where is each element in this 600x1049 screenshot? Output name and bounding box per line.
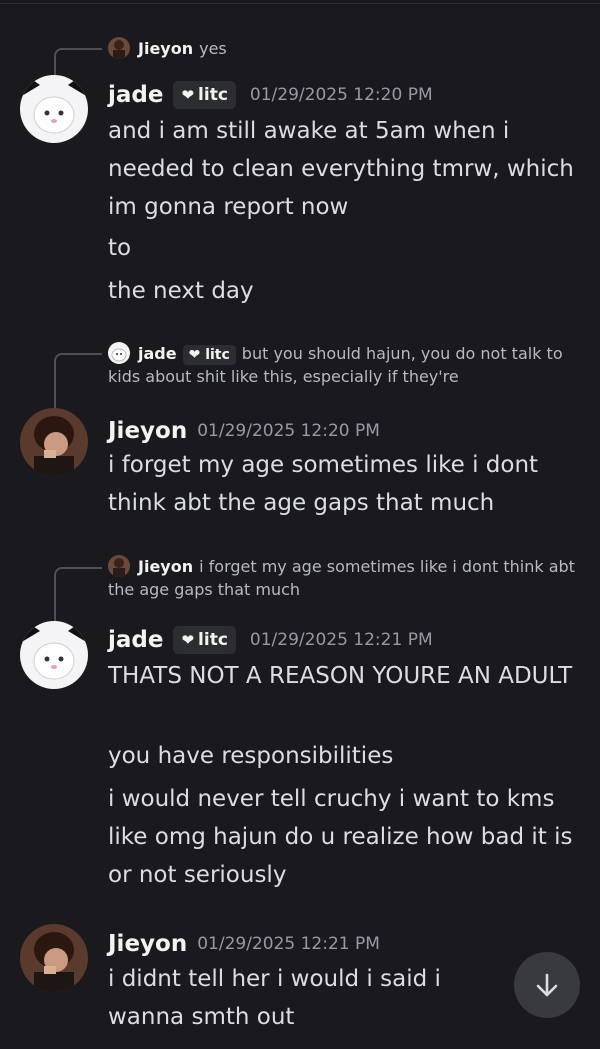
message-text: and i am still awake at 5am when i neede…: [108, 118, 574, 220]
server-tag[interactable]: ❤ litc: [173, 81, 236, 109]
reply-connector: [54, 567, 102, 623]
avatar[interactable]: [20, 75, 88, 143]
reply-connector: [54, 353, 102, 411]
message-header: jade ❤ litc 01/29/2025 12:20 PM: [108, 80, 433, 110]
message-header: Jieyon 01/29/2025 12:21 PM: [108, 929, 380, 959]
heart-icon: ❤: [181, 631, 195, 649]
server-tag-label: litc: [198, 630, 228, 650]
message-header: jade ❤ litc 01/29/2025 12:21 PM: [108, 625, 433, 655]
timestamp[interactable]: 01/29/2025 12:21 PM: [250, 630, 433, 650]
message-text: i forget my age sometimes like i dont th…: [108, 452, 539, 516]
message-text: you have responsibilities: [108, 743, 394, 769]
message-text: i would never tell cruchy i want to kms …: [108, 786, 573, 888]
avatar: [108, 342, 130, 364]
message-text: i didnt tell her i would i said i wanna …: [108, 966, 441, 1030]
message-text: to: [108, 235, 132, 261]
timestamp[interactable]: 01/29/2025 12:20 PM: [197, 421, 380, 441]
message-text: the next day: [108, 278, 254, 304]
message-header: Jieyon 01/29/2025 12:20 PM: [108, 416, 380, 446]
timestamp[interactable]: 01/29/2025 12:20 PM: [250, 85, 433, 105]
avatar: [108, 555, 130, 577]
heart-icon: ❤: [181, 86, 195, 104]
timestamp[interactable]: 01/29/2025 12:21 PM: [197, 934, 380, 954]
avatar: [108, 37, 130, 59]
server-tag[interactable]: ❤ litc: [173, 626, 236, 654]
reply-preview[interactable]: jade ❤ litc but you should hajun, you do n…: [108, 342, 578, 388]
reply-username[interactable]: Jieyon: [138, 557, 193, 576]
reply-preview[interactable]: Jieyon yes: [108, 37, 578, 60]
reply-username[interactable]: jade: [138, 344, 177, 363]
arrow-down-icon: [536, 973, 558, 997]
avatar[interactable]: [20, 924, 88, 992]
username[interactable]: Jieyon: [108, 931, 187, 957]
server-tag-label: litc: [198, 85, 228, 105]
reply-server-tag[interactable]: ❤ litc: [182, 345, 236, 365]
username[interactable]: jade: [108, 82, 163, 108]
avatar[interactable]: [20, 621, 88, 689]
username[interactable]: Jieyon: [108, 418, 187, 444]
reply-server-tag-label: litc: [205, 347, 230, 363]
heart-icon: ❤: [188, 347, 201, 363]
jump-to-present-button[interactable]: [514, 952, 580, 1018]
reply-preview[interactable]: Jieyon i forget my age sometimes like i d…: [108, 555, 578, 601]
message-text: THATS NOT A REASON YOURE AN ADULT: [108, 663, 573, 689]
avatar[interactable]: [20, 408, 88, 476]
reply-text: yes: [199, 39, 227, 58]
top-divider: [0, 3, 600, 4]
reply-username[interactable]: Jieyon: [138, 39, 193, 58]
username[interactable]: jade: [108, 627, 163, 653]
